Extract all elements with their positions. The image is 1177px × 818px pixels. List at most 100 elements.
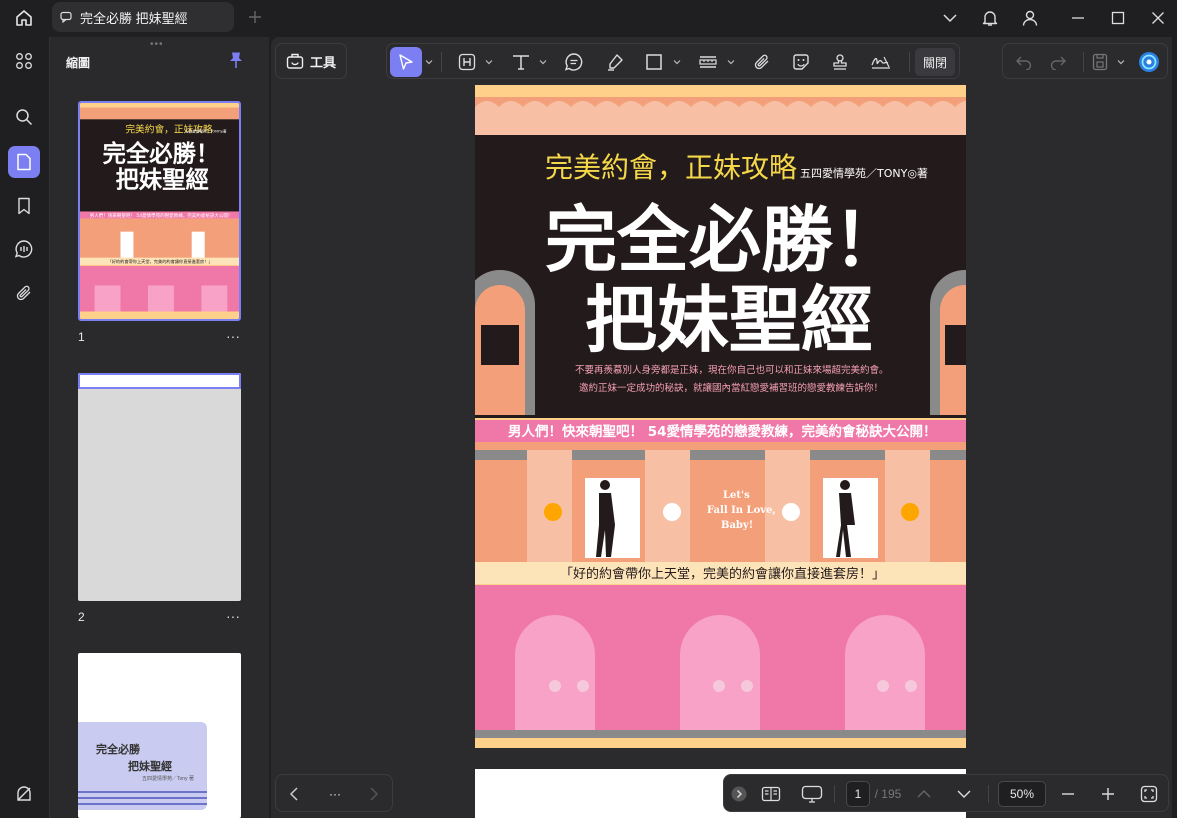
reading-mode-button[interactable]: [758, 782, 784, 806]
fit-page-button[interactable]: [1138, 782, 1160, 806]
chevron-down-icon[interactable]: [673, 58, 681, 66]
cursor-icon: [399, 54, 413, 70]
rail-settings[interactable]: [8, 777, 40, 809]
rail-bookmarks[interactable]: [8, 190, 40, 222]
text-tool-button[interactable]: [506, 50, 536, 74]
attach-tool-button[interactable]: [747, 50, 777, 74]
account-button[interactable]: [1015, 4, 1045, 32]
sign-line-3: Baby!: [721, 520, 753, 531]
search-icon: [16, 109, 33, 126]
comment-tool-button[interactable]: [559, 50, 589, 74]
new-tab-button[interactable]: [244, 6, 266, 28]
maximize-button[interactable]: [1103, 4, 1133, 32]
zoom-in-button[interactable]: [1098, 782, 1118, 806]
rectangle-icon: [646, 54, 662, 70]
next-page-button[interactable]: [364, 782, 384, 806]
heading-icon: [458, 53, 476, 71]
user-icon: [1022, 10, 1038, 26]
home-button[interactable]: [8, 6, 40, 30]
previous-page-button[interactable]: [284, 782, 304, 806]
tools-label: 工具: [309, 54, 336, 70]
thumbnail-page-number: 1: [78, 330, 85, 344]
rail-thumbnails[interactable]: [8, 146, 40, 178]
minus-icon: [1062, 793, 1074, 795]
chevron-down-icon[interactable]: [539, 58, 547, 66]
sign-line-2: Fall In Love,: [707, 505, 776, 516]
close-window-button[interactable]: [1143, 4, 1173, 32]
thumb-title-1: 完全必勝！: [103, 140, 220, 168]
page-up-button[interactable]: [914, 782, 934, 806]
thumbnail-more-button[interactable]: ···: [226, 608, 240, 624]
thumbnail-text-1: 完全必勝: [96, 744, 140, 756]
zoom-out-button[interactable]: [1058, 782, 1078, 806]
redo-button[interactable]: [1043, 50, 1073, 74]
chevron-down-icon[interactable]: [485, 58, 493, 66]
more-button[interactable]: ···: [324, 782, 346, 806]
save-button[interactable]: [1085, 50, 1115, 74]
grid-icon: [16, 53, 32, 69]
main-toolbar: 工具 關閉: [271, 37, 1172, 85]
expand-menu-button[interactable]: [935, 4, 965, 32]
document-tab-title: 完全必勝 把妹聖經: [80, 10, 188, 26]
select-tool-button[interactable]: [390, 47, 422, 77]
rail-search[interactable]: [8, 101, 40, 133]
chevron-down-icon: [957, 790, 971, 798]
minimize-button[interactable]: [1063, 4, 1093, 32]
bell-icon: [982, 11, 998, 26]
page-thumbnail-3[interactable]: 完全必勝 把妹聖經 五四愛情學苑／Tony 著: [78, 653, 241, 818]
page-thumbnail-1[interactable]: 完美約會，正妹攻略 五四愛情學苑／TONY◎著 完全必勝！ 把妹聖經 男人們！快…: [78, 101, 241, 321]
toolbar-divider: [1083, 52, 1084, 72]
resize-handle[interactable]: •••: [150, 39, 164, 50]
thumbnail-page-number: 2: [78, 610, 85, 624]
pin-panel-button[interactable]: [228, 51, 246, 69]
thumbnail-more-button[interactable]: ···: [226, 328, 240, 344]
thumbnail-cover-art: 完美約會，正妹攻略 五四愛情學苑／TONY◎著 完全必勝！ 把妹聖經 男人們！快…: [80, 103, 239, 319]
text-icon: [513, 55, 529, 70]
zoom-level[interactable]: 50%: [998, 781, 1046, 807]
page-thumbnail-2[interactable]: [78, 373, 241, 601]
presentation-button[interactable]: [798, 782, 826, 806]
thumb-title-2: 把妹聖經: [116, 166, 209, 194]
thumbnail-selection-marker: [78, 373, 241, 389]
chevron-down-icon[interactable]: [1117, 58, 1125, 66]
undo-icon: [1016, 56, 1032, 70]
document-tab[interactable]: 完全必勝 把妹聖經: [52, 2, 234, 32]
signature-icon: [871, 56, 890, 69]
tools-button[interactable]: 工具: [275, 43, 347, 79]
current-page-input[interactable]: 1: [846, 781, 870, 807]
chevron-up-icon: [917, 790, 931, 798]
paperclip-icon: [754, 54, 769, 70]
cover-author: 五四愛情學苑／TONY◎著: [800, 166, 928, 180]
redo-icon: [1050, 56, 1066, 70]
ai-assistant-button[interactable]: [1134, 50, 1164, 74]
rail-attachments[interactable]: [8, 277, 40, 309]
panel-title: 縮圖: [66, 56, 91, 70]
toolbar-divider: [909, 52, 910, 72]
cover-title-2: 把妹聖經: [585, 277, 873, 362]
pdf-page-1[interactable]: 完美約會，正妹攻略 五四愛情學苑／TONY◎著 完全必勝！ 把妹聖經 不要再羨慕…: [475, 85, 966, 748]
chevron-down-icon[interactable]: [727, 58, 735, 66]
cover-artwork: 完美約會，正妹攻略 五四愛情學苑／TONY◎著 完全必勝！ 把妹聖經 不要再羨慕…: [475, 85, 966, 748]
collapse-statusbar-button[interactable]: [730, 782, 748, 806]
ruler-icon: [699, 56, 717, 68]
thumb-author: 五四愛情學苑／TONY◎著: [185, 128, 227, 133]
measure-tool-button[interactable]: [693, 50, 723, 74]
rail-apps[interactable]: [8, 45, 40, 77]
page-down-button[interactable]: [954, 782, 974, 806]
shape-tool-button[interactable]: [639, 50, 669, 74]
thumbnail-text-2: 把妹聖經: [128, 761, 172, 773]
stamp-tool-button[interactable]: [825, 50, 855, 74]
undo-button[interactable]: [1009, 50, 1039, 74]
heading-tool-button[interactable]: [452, 50, 482, 74]
rail-comments[interactable]: [8, 233, 40, 265]
signature-tool-button[interactable]: [866, 50, 896, 74]
close-tools-button[interactable]: 關閉: [915, 48, 955, 76]
chevron-down-icon[interactable]: [425, 58, 433, 66]
notifications-button[interactable]: [975, 4, 1005, 32]
sticker-tool-button[interactable]: [786, 50, 816, 74]
maximize-icon: [1111, 11, 1125, 25]
highlight-tool-button[interactable]: [600, 50, 630, 74]
bookmark-icon: [18, 197, 30, 215]
sticker-icon: [793, 54, 809, 70]
chevron-right-circle-icon: [731, 786, 747, 802]
